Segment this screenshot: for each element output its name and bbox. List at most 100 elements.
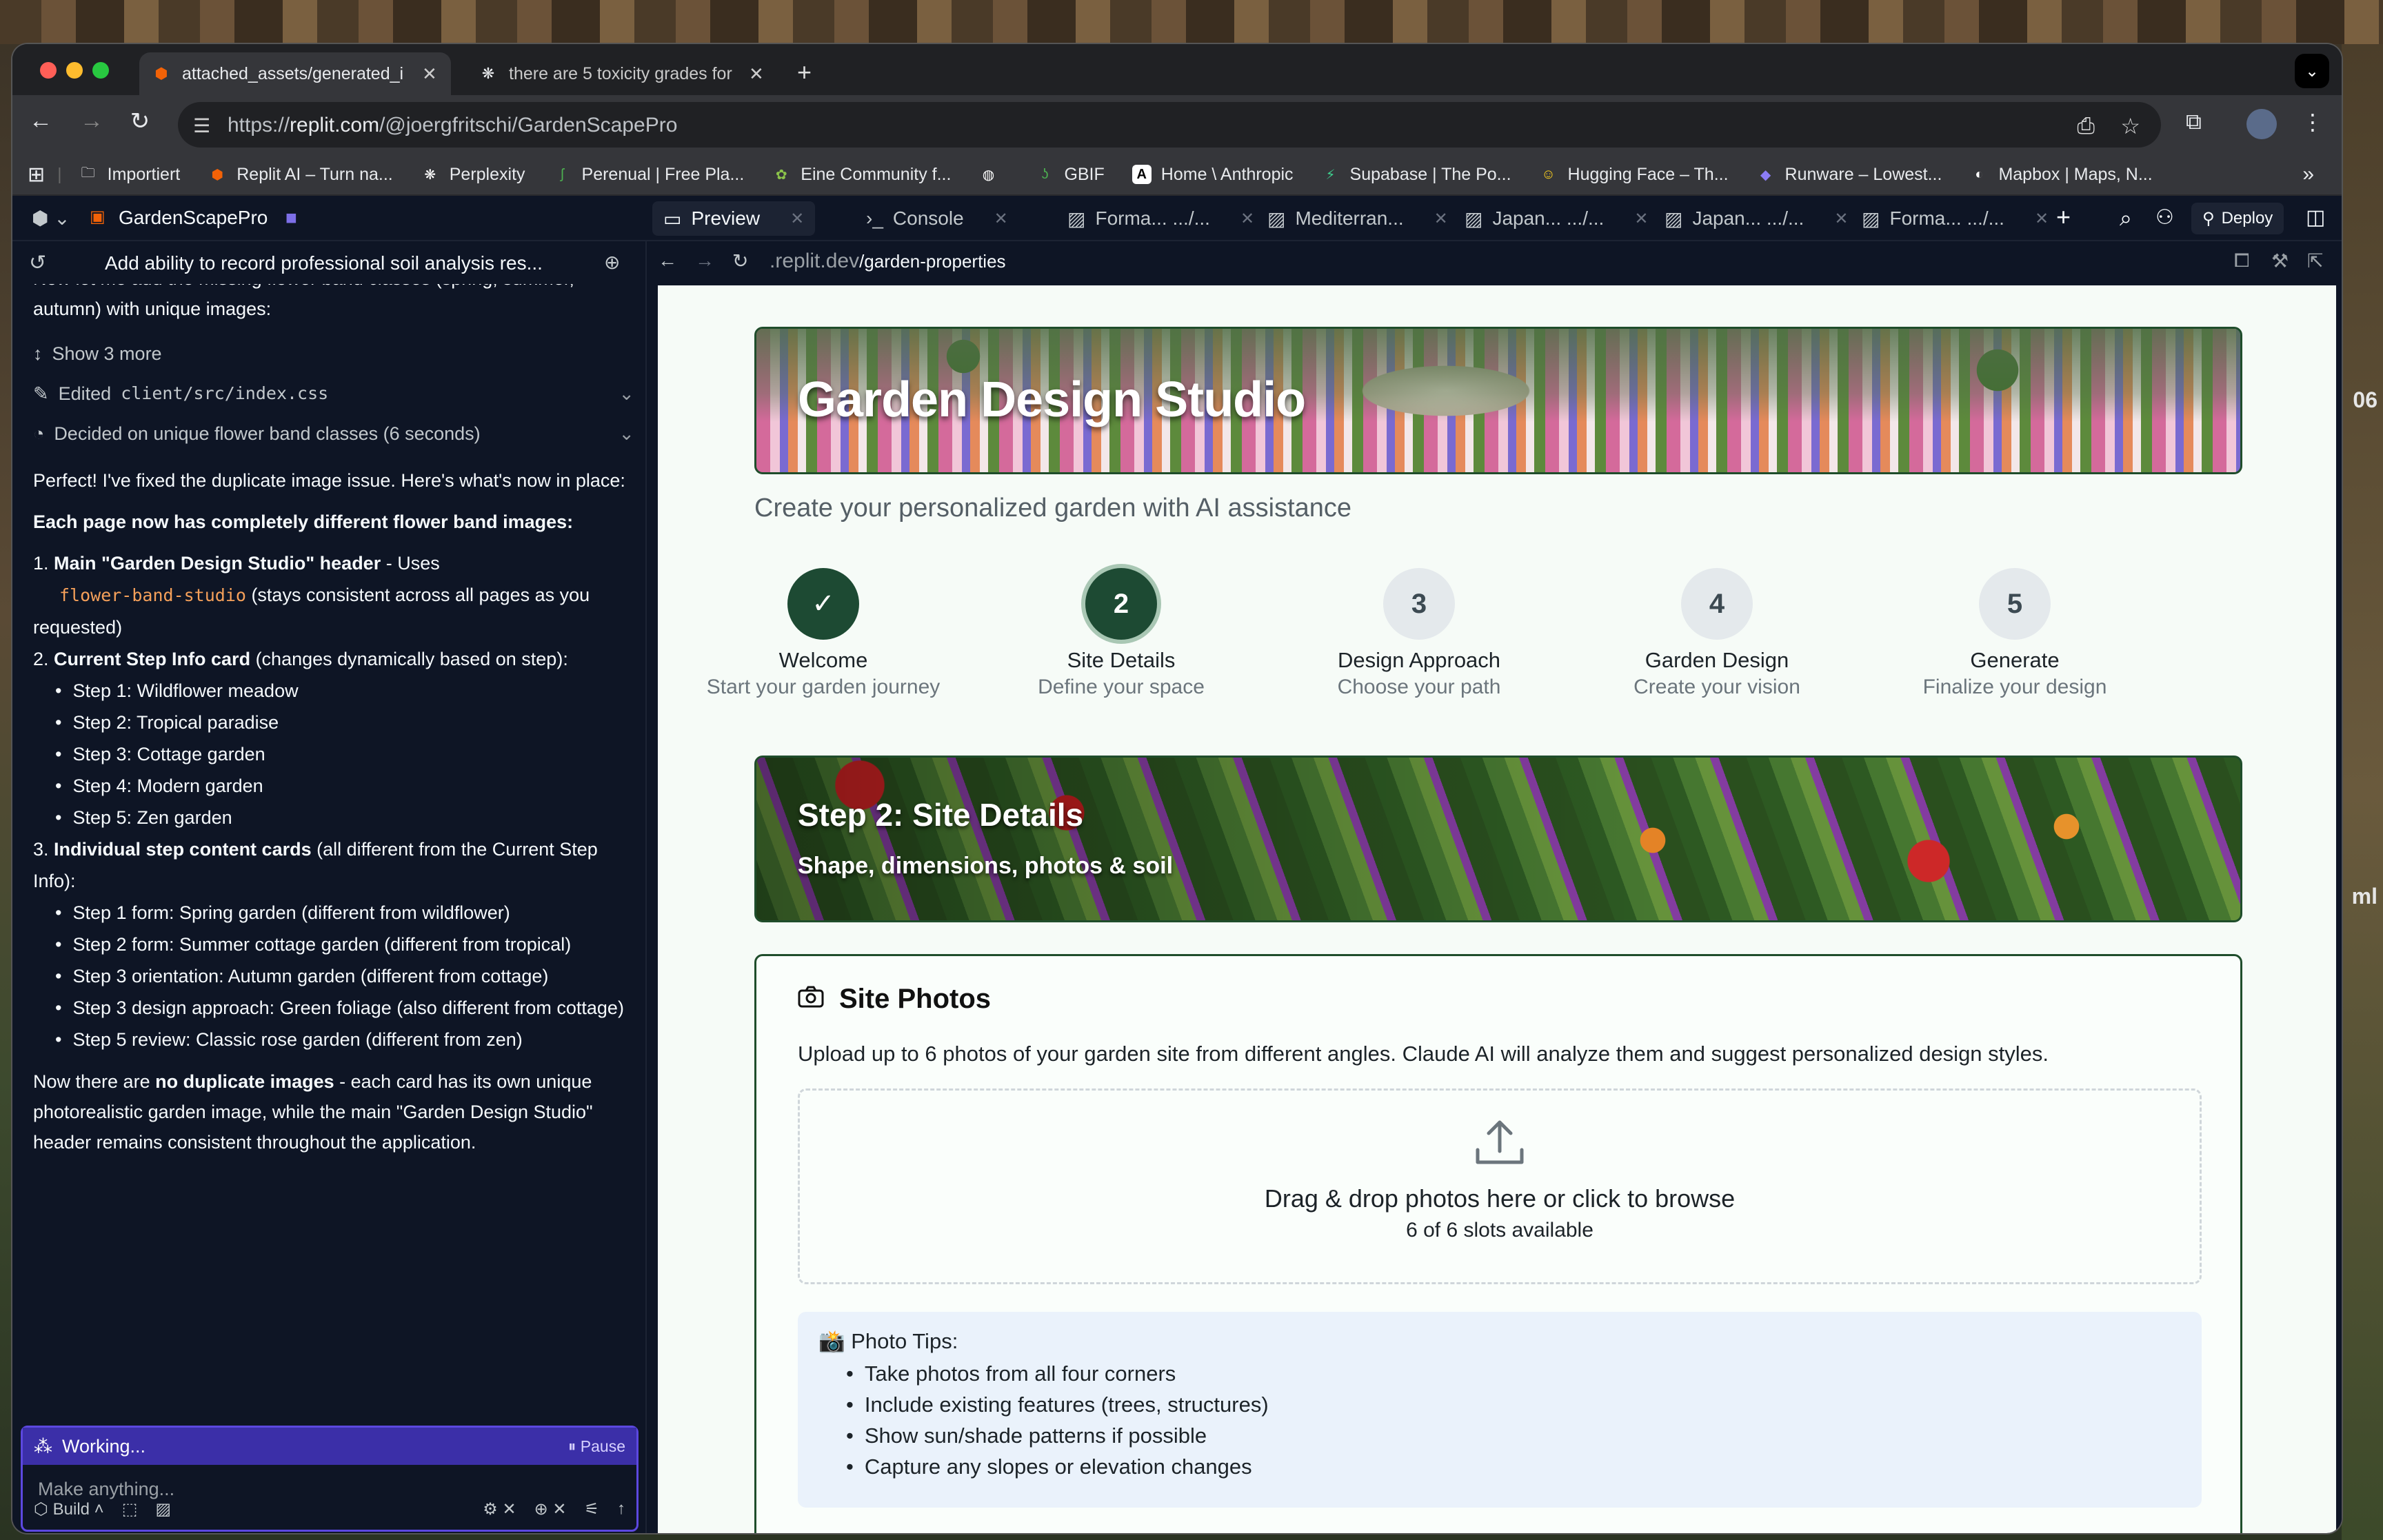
web-search-chip-icon[interactable]: ⊕ ✕ (534, 1499, 567, 1519)
close-tab-icon[interactable]: ✕ (1634, 209, 1648, 229)
step-garden-design[interactable]: 4 Garden Design Create your vision (1579, 568, 1855, 699)
step-welcome[interactable]: ✓ Welcome Start your garden journey (685, 568, 961, 699)
close-tab-icon[interactable]: ✕ (790, 209, 804, 229)
select-area-icon[interactable]: ⬚ (122, 1499, 138, 1519)
bookmark-gbif[interactable]: ʖ GBIF (1035, 165, 1104, 185)
bookmark-anthropic[interactable]: A Home \ Anthropic (1132, 165, 1294, 185)
new-chat-icon[interactable]: ⊕ (604, 251, 620, 274)
input-toolbar: ⬡ Build ˄ ⬚ ▨ ⚙ ✕ ⊕ ✕ ⚟ ↑ (34, 1495, 625, 1523)
step-design-approach[interactable]: 3 Design Approach Choose your path (1281, 568, 1557, 699)
more-bookmarks-icon[interactable]: » (2302, 163, 2314, 186)
send-icon[interactable]: ↑ (617, 1499, 625, 1519)
tab-console[interactable]: ›_ Console ✕ (855, 201, 1019, 236)
browser-tab-active[interactable]: ⬢ attached_assets/generated_i ✕ (139, 52, 451, 95)
close-tab-icon[interactable]: ✕ (1834, 209, 1848, 229)
page-subtitle: Create your personalized garden with AI … (754, 494, 1352, 523)
edited-file-row[interactable]: ✎ Edited client/src/index.css ⌄ (33, 374, 634, 414)
bookmark-perplexity[interactable]: ❋ Perplexity (421, 165, 525, 185)
preview-back-icon[interactable]: ← (658, 250, 677, 272)
invite-icon[interactable]: ⚇ (2155, 205, 2174, 230)
tab-image[interactable]: ▨ Mediterran... ✕ (1256, 201, 1459, 236)
step-desc: Start your garden journey (706, 676, 941, 698)
add-tab-icon[interactable]: + (2056, 203, 2071, 232)
browser-tab[interactable]: ❋ there are 5 toxicity grades for ✕ (466, 52, 778, 95)
show-more-button[interactable]: ↕ Show 3 more (33, 334, 634, 374)
attach-image-icon[interactable]: ▨ (155, 1499, 171, 1519)
build-mode-button[interactable]: ⬡ Build ˄ (34, 1499, 104, 1519)
bookmark-huggingface[interactable]: ☺ Hugging Face – Th... (1539, 165, 1728, 185)
reload-icon[interactable]: ↻ (123, 108, 157, 135)
bookmark-community[interactable]: ✿ Eine Community f... (772, 165, 952, 185)
pause-button[interactable]: ⏸ Pause (568, 1437, 625, 1456)
tab-image[interactable]: ▨ Forma... .../... ✕ (1851, 201, 2060, 236)
minimize-window-button[interactable] (66, 62, 83, 79)
preview-forward-icon[interactable]: → (695, 250, 714, 272)
address-bar[interactable]: ☰ https://replit.com/@joergfritschi/Gard… (178, 102, 2161, 148)
plant-icon: ✿ (775, 167, 787, 183)
bookmark-supabase[interactable]: ⚡ Supabase | The Po... (1321, 165, 1511, 185)
list-item: 2. Current Step Info card (changes dynam… (33, 643, 634, 833)
browser-menu-icon[interactable]: ⋮ (2302, 109, 2324, 135)
close-tab-icon[interactable]: ✕ (1434, 209, 1448, 229)
settings-chip-icon[interactable]: ⚙ ✕ (483, 1499, 516, 1519)
devtools-icon[interactable]: ⚒ (2271, 250, 2289, 272)
preview-reload-icon[interactable]: ↻ (732, 250, 748, 272)
perplexity-icon: ❋ (424, 167, 436, 183)
step-site-details[interactable]: 2 Site Details Define your space (983, 568, 1259, 699)
bookmark-importiert[interactable]: 🗀 Importiert (79, 165, 181, 185)
bookmark-replit[interactable]: ⬢ Replit AI – Turn na... (208, 165, 393, 185)
sub-item: Step 2 form: Summer cottage garden (diff… (55, 929, 634, 960)
close-tab-icon[interactable]: ✕ (749, 63, 764, 85)
step-circle: 2 (1085, 568, 1157, 640)
apps-icon[interactable]: ⊞ (28, 163, 45, 187)
extensions-icon[interactable]: ⧉ (2186, 109, 2202, 135)
close-tab-icon[interactable]: ✕ (1240, 209, 1254, 229)
decided-row[interactable]: ◔ Decided on unique flower band classes (… (33, 414, 634, 454)
photo-tips: 📸 Photo Tips: Take photos from all four … (798, 1312, 2202, 1508)
profile-avatar[interactable] (2246, 109, 2277, 139)
close-tab-icon[interactable]: ✕ (422, 63, 437, 85)
bookmark-perenual[interactable]: ʃ Perenual | Free Pla... (553, 165, 744, 185)
replit-menu-icon[interactable]: ⬢ ⌄ (32, 207, 70, 230)
project-name[interactable]: GardenScapePro (119, 207, 268, 229)
step-circle: 5 (1979, 568, 2051, 640)
site-settings-icon[interactable]: ☰ (193, 114, 210, 137)
new-tab-icon[interactable]: + (797, 58, 812, 87)
history-icon[interactable]: ↺ (29, 251, 46, 275)
tab-search-button[interactable]: ⌄ (2295, 54, 2329, 88)
preview-url[interactable]: .replit.dev/garden-properties (770, 250, 1006, 273)
close-tab-icon[interactable]: ✕ (2035, 209, 2049, 229)
close-window-button[interactable] (40, 62, 57, 79)
sub-item: Step 4: Modern garden (55, 770, 634, 802)
gbif-icon: ʖ (1041, 166, 1049, 182)
tab-image[interactable]: ▨ Forma... .../... ✕ (1056, 201, 1265, 236)
camera-icon (798, 984, 824, 1015)
tab-image[interactable]: ▨ Japan... .../... ✕ (1454, 201, 1659, 236)
step-info-banner: Step 2: Site Details Shape, dimensions, … (754, 756, 2242, 922)
sub-item: Step 1 form: Spring garden (different fr… (55, 897, 634, 929)
open-new-tab-icon[interactable]: ⇱ (2307, 250, 2323, 272)
sliders-icon[interactable]: ⚟ (584, 1499, 599, 1519)
tab-preview[interactable]: ▭ Preview ✕ (652, 201, 816, 236)
photo-dropzone[interactable]: Drag & drop photos here or click to brow… (798, 1088, 2202, 1284)
back-icon[interactable]: ← (23, 108, 58, 134)
step-desc: Define your space (1038, 676, 1205, 698)
bookmark-star-icon[interactable]: ☆ (2120, 113, 2140, 139)
forward-icon[interactable]: → (74, 108, 109, 134)
step-generate[interactable]: 5 Generate Finalize your design (1877, 568, 2153, 699)
deploy-button[interactable]: ⚲ Deploy (2191, 203, 2284, 234)
search-icon[interactable]: ⌕ (2120, 205, 2132, 232)
bookmark-runware[interactable]: ◆ Runware – Lowest... (1756, 165, 1942, 185)
devices-icon[interactable]: ⧠ (2234, 250, 2249, 272)
bookmark-mapbox[interactable]: ◐ Mapbox | Maps, N... (1969, 165, 2152, 185)
bookmarks-bar: ⊞ | 🗀 Importiert ⬢ Replit AI – Turn na... … (12, 154, 2342, 196)
slots-available: 6 of 6 slots available (1406, 1219, 1593, 1242)
url-text[interactable]: https://replit.com/@joergfritschi/Garden… (228, 114, 677, 137)
tip-item: Take photos from all four corners (846, 1358, 2181, 1389)
bookmark-globe[interactable]: ◍ (978, 165, 1007, 184)
close-tab-icon[interactable]: ✕ (994, 209, 1008, 229)
sidebar-toggle-icon[interactable]: ◫ (2306, 205, 2325, 230)
tab-image[interactable]: ▨ Japan... .../... ✕ (1653, 201, 1859, 236)
install-app-icon[interactable]: ⎙ (2077, 113, 2095, 139)
zoom-window-button[interactable] (92, 62, 109, 79)
